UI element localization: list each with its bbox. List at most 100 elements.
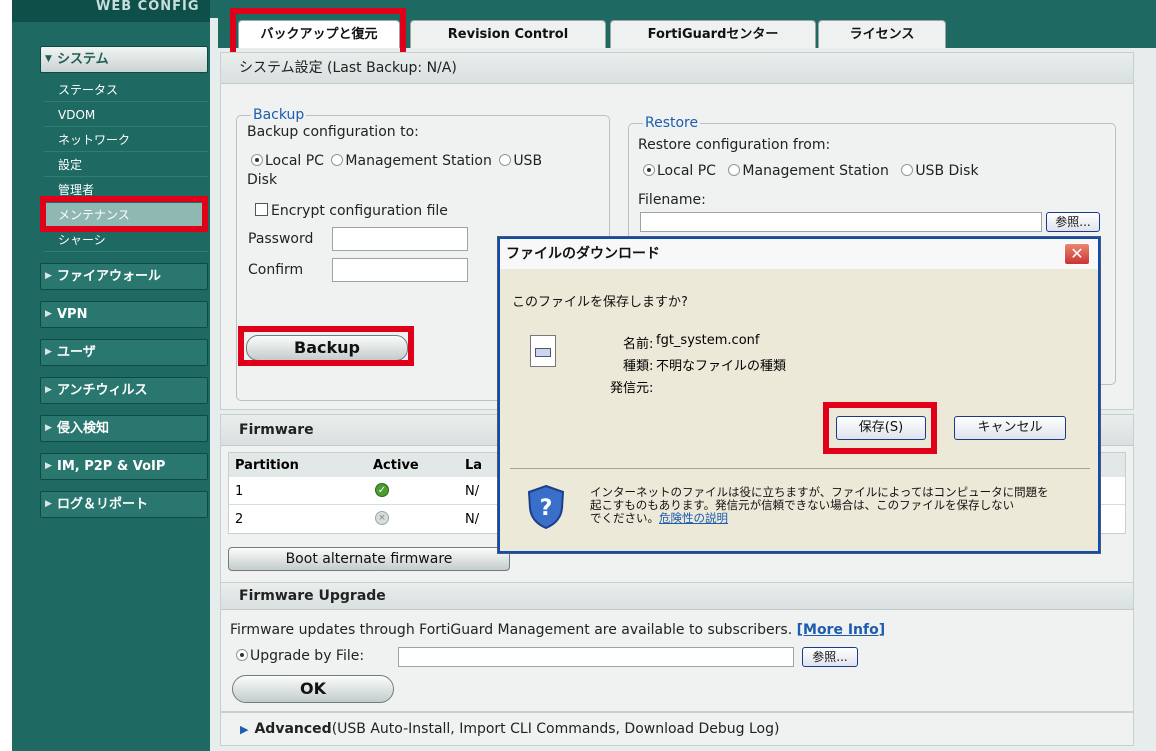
last-value: N/ [465, 484, 480, 499]
encrypt-label: Encrypt configuration file [271, 203, 448, 219]
inactive-icon: × [375, 511, 389, 525]
backup-to-label: Backup configuration to: [247, 124, 419, 140]
name-label: 名前: [623, 337, 654, 352]
restore-browse-button[interactable]: 参照... [1046, 212, 1100, 232]
sidebar-category-label: アンチウィルス [57, 383, 148, 398]
dialog-question: このファイルを保存しますか? [512, 295, 688, 310]
expand-arrow-icon: ▶ [45, 461, 52, 471]
option-usb-disk-continued: Disk [247, 172, 278, 188]
sidebar-category-label: 侵入検知 [57, 421, 110, 436]
dialog-titlebar: ファイルのダウンロード [500, 239, 1098, 269]
sidebar-category-intrusion[interactable]: ▶ 侵入検知 [40, 415, 208, 442]
firmware-upgrade-title: Firmware Upgrade [221, 583, 1133, 610]
more-info-link[interactable]: [More Info] [797, 622, 886, 638]
option-restore-management-station: Management Station [742, 163, 889, 179]
source-label: 発信元: [610, 381, 654, 396]
option-local-pc: Local PC [265, 153, 324, 169]
tab-revision-control[interactable]: Revision Control [410, 20, 606, 48]
sidebar-category-im-p2p-voip[interactable]: ▶ IM, P2P & VoIP [40, 453, 208, 480]
highlight-save-button [823, 402, 937, 454]
filename-label: Filename: [638, 192, 706, 208]
file-icon [530, 335, 556, 367]
sidebar-item-config[interactable]: 設定 [44, 153, 208, 177]
dialog-title: ファイルのダウンロード [506, 246, 660, 262]
upgrade-ok-button[interactable]: OK [232, 675, 394, 703]
expand-arrow-icon: ▶ [45, 347, 52, 357]
sidebar-item-status[interactable]: ステータス [44, 78, 208, 102]
risk-explanation-link[interactable]: 危険性の説明 [659, 511, 728, 525]
encrypt-checkbox[interactable] [255, 203, 268, 216]
tab-fortiguard-center[interactable]: FortiGuardセンター [610, 20, 816, 48]
expand-arrow-icon: ▶ [45, 309, 52, 319]
column-partition: Partition [235, 458, 299, 473]
expand-arrow-icon: ▶ [45, 271, 52, 281]
svg-text:?: ? [540, 496, 553, 521]
upgrade-by-file-label: Upgrade by File: [250, 648, 365, 664]
sidebar-category-log-report[interactable]: ▶ ログ＆リポート [40, 491, 208, 518]
option-usb: USB [513, 153, 543, 169]
radio-usb-disk[interactable] [499, 154, 512, 166]
radio-restore-management-station[interactable] [728, 164, 741, 176]
dialog-divider [510, 468, 1090, 469]
sidebar-category-label: ファイアウォール [57, 269, 162, 284]
password-input[interactable] [332, 227, 468, 251]
dialog-close-icon[interactable]: ✕ [1064, 243, 1090, 265]
ok-icon: ✓ [375, 483, 389, 497]
last-value: N/ [465, 512, 480, 527]
expand-arrow-icon: ▶ [45, 423, 52, 433]
sidebar-category-vpn[interactable]: ▶ VPN [40, 301, 208, 328]
brand-title: WEB CONFIG [12, 0, 210, 22]
sidebar-item-vdom[interactable]: VDOM [44, 103, 208, 127]
radio-restore-usb-disk[interactable] [901, 164, 914, 176]
sidebar-category-label: ログ＆リポート [57, 497, 149, 512]
restore-legend: Restore [645, 115, 699, 131]
radio-upgrade-by-file[interactable] [236, 649, 248, 661]
advanced-label: Advanced [254, 721, 332, 737]
radio-management-station[interactable] [331, 154, 344, 166]
upgrade-info-text: Firmware updates through FortiGuard Mana… [230, 622, 793, 638]
highlight-backup-button [238, 326, 414, 366]
dialog-warning: インターネットのファイルは役に立ちますが、ファイルによってはコンピュータに問題を… [590, 486, 1090, 525]
password-label: Password [248, 231, 314, 247]
section-title: システム設定 (Last Backup: N/A) [221, 53, 1133, 84]
upgrade-browse-button[interactable]: 参照... [802, 647, 858, 667]
sidebar-item-network[interactable]: ネットワーク [44, 128, 208, 152]
warning-line-3-text: でください。 [590, 511, 659, 525]
option-restore-usb-disk: USB Disk [915, 163, 979, 179]
restore-from-label: Restore configuration from: [638, 137, 831, 153]
type-value: 不明なファイルの種類 [656, 359, 787, 374]
filename-input[interactable] [640, 212, 1042, 232]
tab-license[interactable]: ライセンス [818, 20, 946, 48]
sidebar-category-system[interactable]: ▼ システム [40, 46, 208, 73]
sidebar-category-firewall[interactable]: ▶ ファイアウォール [40, 263, 208, 290]
radio-local-pc[interactable] [251, 154, 263, 166]
boot-alternate-firmware-button[interactable]: Boot alternate firmware [228, 547, 510, 571]
sidebar-category-label: ユーザ [57, 345, 96, 360]
left-margin [0, 0, 12, 751]
sidebar-category-label: システム [57, 52, 109, 67]
warning-line-3: でください。危険性の説明 [590, 512, 1090, 525]
advanced-detail: (USB Auto-Install, Import CLI Commands, … [331, 721, 780, 737]
option-management-station: Management Station [345, 153, 492, 169]
restore-source-options: Local PC Management Station USB Disk [643, 163, 979, 179]
cancel-button[interactable]: キャンセル [954, 416, 1066, 440]
upgrade-info: Firmware updates through FortiGuard Mana… [230, 622, 885, 638]
confirm-input[interactable] [332, 258, 468, 282]
expand-arrow-icon: ▶ [45, 499, 52, 509]
expand-arrow-icon: ▶ [45, 385, 52, 395]
backup-destination-options: Local PC Management Station USB [251, 153, 542, 169]
column-last: La [465, 458, 483, 473]
encrypt-option: Encrypt configuration file [255, 203, 448, 219]
radio-restore-local-pc[interactable] [643, 164, 655, 176]
advanced-row[interactable]: ▶ Advanced(USB Auto-Install, Import CLI C… [240, 721, 779, 737]
partition-number: 2 [235, 512, 244, 527]
upgrade-file-input[interactable] [398, 647, 794, 667]
sidebar-category-label: IM, P2P & VoIP [57, 459, 166, 474]
sidebar-category-antivirus[interactable]: ▶ アンチウィルス [40, 377, 208, 404]
confirm-label: Confirm [248, 262, 304, 278]
file-icon-window [535, 348, 551, 357]
column-active: Active [373, 458, 419, 473]
sidebar-category-user[interactable]: ▶ ユーザ [40, 339, 208, 366]
highlight-maintenance [40, 196, 208, 232]
option-restore-local-pc: Local PC [657, 163, 716, 179]
